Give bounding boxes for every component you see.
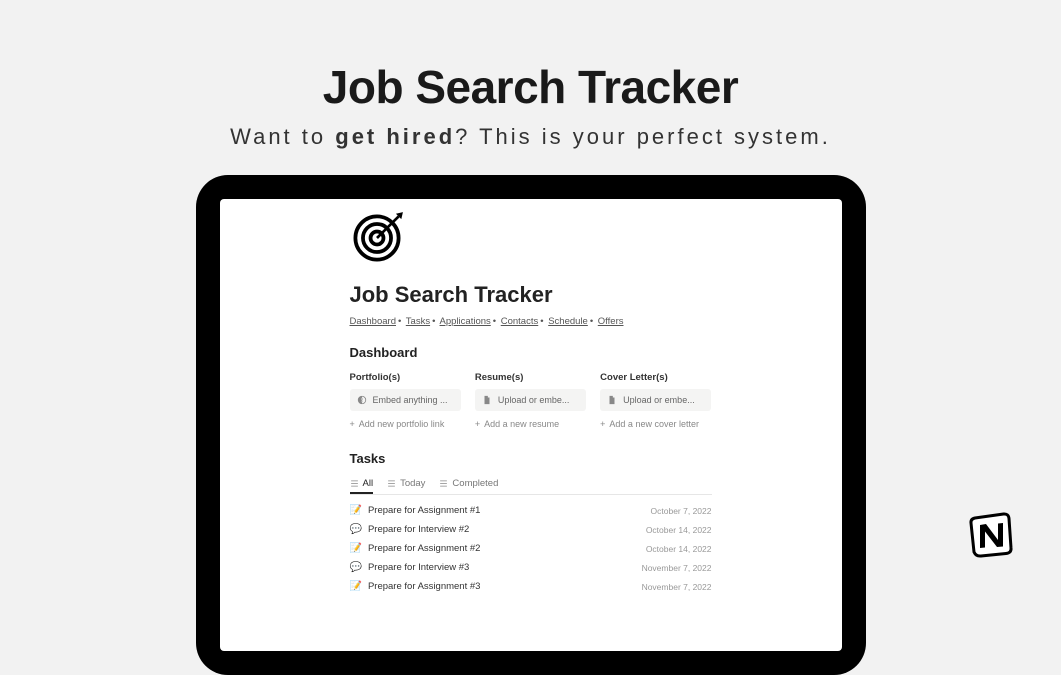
tasks-tabs: All Today Completed — [350, 478, 712, 495]
embed-box[interactable]: Upload or embe... — [475, 389, 586, 411]
task-emoji-icon: 💬 — [350, 562, 362, 573]
tasks-heading: Tasks — [350, 451, 712, 466]
column-label: Cover Letter(s) — [600, 372, 711, 383]
tablet-frame: Job Search Tracker Dashboard• Tasks• App… — [196, 175, 866, 675]
dashboard-columns: Portfolio(s) Embed anything ... + Add ne… — [350, 372, 712, 429]
embed-icon — [357, 395, 367, 405]
plus-icon: + — [600, 419, 605, 429]
breadcrumb: Dashboard• Tasks• Applications• Contacts… — [350, 316, 712, 327]
task-date: October 7, 2022 — [651, 506, 712, 516]
page-title: Job Search Tracker — [350, 282, 712, 308]
tab-all[interactable]: All — [350, 478, 374, 489]
task-emoji-icon: 💬 — [350, 524, 362, 535]
embed-placeholder: Upload or embe... — [623, 395, 695, 405]
tab-completed[interactable]: Completed — [439, 478, 498, 489]
column-resume: Resume(s) Upload or embe... + Add a new … — [475, 372, 586, 429]
column-portfolio: Portfolio(s) Embed anything ... + Add ne… — [350, 372, 461, 429]
embed-placeholder: Upload or embe... — [498, 395, 570, 405]
plus-icon: + — [475, 419, 480, 429]
task-title: Prepare for Interview #2 — [368, 524, 469, 535]
plus-icon: + — [350, 419, 355, 429]
tasks-list: 📝 Prepare for Assignment #1 October 7, 2… — [350, 501, 712, 596]
task-date: October 14, 2022 — [646, 525, 712, 535]
task-row[interactable]: 💬 Prepare for Interview #3 November 7, 2… — [350, 558, 712, 577]
breadcrumb-schedule[interactable]: Schedule — [548, 316, 588, 327]
hero-subtitle-post: ? This is your perfect system. — [455, 124, 831, 149]
tablet-screen: Job Search Tracker Dashboard• Tasks• App… — [220, 199, 842, 651]
task-row[interactable]: 📝 Prepare for Assignment #3 November 7, … — [350, 577, 712, 596]
task-date: October 14, 2022 — [646, 544, 712, 554]
embed-placeholder: Embed anything ... — [373, 395, 448, 405]
add-label: Add a new cover letter — [609, 419, 699, 429]
breadcrumb-applications[interactable]: Applications — [440, 316, 491, 327]
hero-subtitle-bold: get hired — [335, 124, 455, 149]
add-portfolio-link[interactable]: + Add new portfolio link — [350, 419, 461, 429]
add-resume-link[interactable]: + Add a new resume — [475, 419, 586, 429]
breadcrumb-dashboard[interactable]: Dashboard — [350, 316, 396, 327]
dashboard-heading: Dashboard — [350, 345, 712, 360]
embed-box[interactable]: Upload or embe... — [600, 389, 711, 411]
column-label: Resume(s) — [475, 372, 586, 383]
column-label: Portfolio(s) — [350, 372, 461, 383]
tab-label: All — [363, 478, 374, 489]
task-date: November 7, 2022 — [642, 563, 712, 573]
task-title: Prepare for Interview #3 — [368, 562, 469, 573]
add-cover-letter-link[interactable]: + Add a new cover letter — [600, 419, 711, 429]
add-label: Add new portfolio link — [359, 419, 445, 429]
task-title: Prepare for Assignment #1 — [368, 505, 480, 516]
task-row[interactable]: 💬 Prepare for Interview #2 October 14, 2… — [350, 520, 712, 539]
task-emoji-icon: 📝 — [350, 505, 362, 516]
file-icon — [607, 395, 617, 405]
task-row[interactable]: 📝 Prepare for Assignment #1 October 7, 2… — [350, 501, 712, 520]
add-label: Add a new resume — [484, 419, 559, 429]
tab-today[interactable]: Today — [387, 478, 425, 489]
task-title: Prepare for Assignment #3 — [368, 581, 480, 592]
breadcrumb-offers[interactable]: Offers — [598, 316, 624, 327]
task-title: Prepare for Assignment #2 — [368, 543, 480, 554]
task-emoji-icon: 📝 — [350, 543, 362, 554]
hero-subtitle-pre: Want to — [230, 124, 335, 149]
task-date: November 7, 2022 — [642, 582, 712, 592]
tab-label: Completed — [452, 478, 498, 489]
breadcrumb-contacts[interactable]: Contacts — [501, 316, 539, 327]
task-emoji-icon: 📝 — [350, 581, 362, 592]
breadcrumb-tasks[interactable]: Tasks — [406, 316, 430, 327]
tab-label: Today — [400, 478, 425, 489]
list-icon — [439, 479, 448, 488]
file-icon — [482, 395, 492, 405]
list-icon — [387, 479, 396, 488]
embed-box[interactable]: Embed anything ... — [350, 389, 461, 411]
hero-title: Job Search Tracker — [0, 60, 1061, 114]
notion-logo-icon — [966, 509, 1016, 559]
list-icon — [350, 479, 359, 488]
hero-subtitle: Want to get hired? This is your perfect … — [0, 124, 1061, 150]
task-row[interactable]: 📝 Prepare for Assignment #2 October 14, … — [350, 539, 712, 558]
target-icon — [350, 211, 712, 270]
column-cover-letter: Cover Letter(s) Upload or embe... + Add … — [600, 372, 711, 429]
